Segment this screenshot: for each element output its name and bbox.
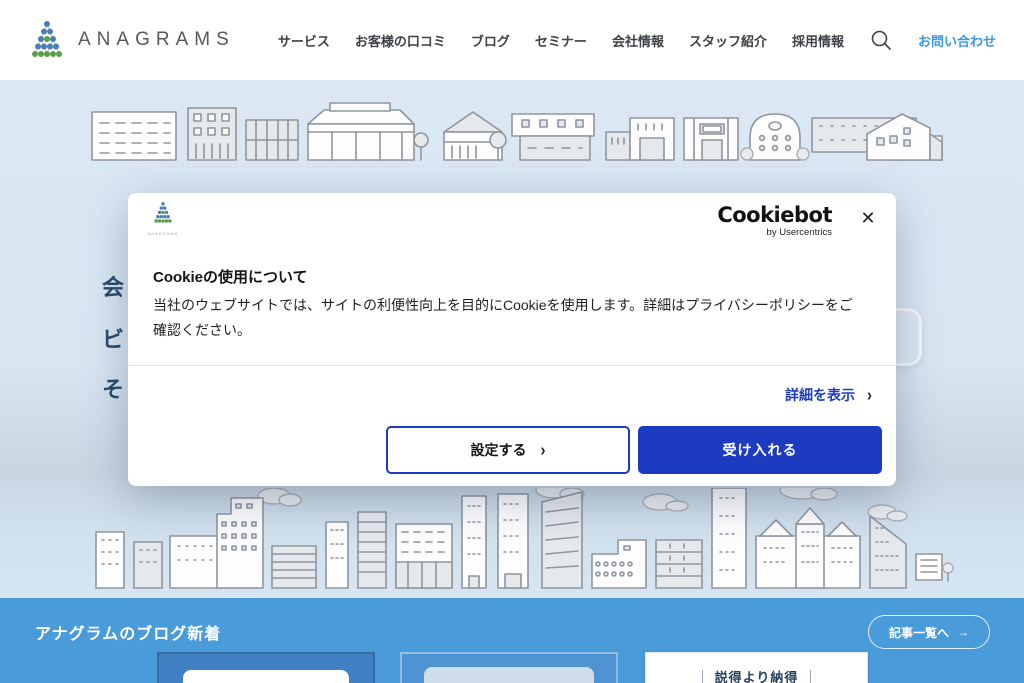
- dialog-divider: [128, 365, 896, 366]
- cookiebot-logo: Cookiebot by Usercentrics: [717, 205, 832, 238]
- view-all-label: 記事一覧へ: [889, 624, 949, 641]
- cookie-consent-dialog: ANAGRAMS Cookiebot by Usercentrics ✕ Coo…: [128, 193, 896, 486]
- page: 会 ビ そ: [0, 0, 1024, 683]
- hidden-heading-char: 会: [100, 270, 126, 302]
- blog-cards-row: 説得より納得: [0, 652, 1024, 683]
- anagrams-logo-icon: [28, 19, 66, 61]
- blog-section-title: アナグラムのブログ新着: [35, 620, 221, 644]
- view-all-articles-button[interactable]: 記事一覧へ →: [868, 615, 990, 649]
- title-decoration-bar: [702, 670, 703, 683]
- cookie-dialog-header: ANAGRAMS Cookiebot by Usercentrics ✕: [128, 193, 896, 245]
- hidden-heading-char: ビ: [100, 322, 126, 354]
- cookie-dialog-title: Cookieの使用について: [153, 266, 308, 287]
- title-decoration-bar: [810, 670, 811, 683]
- site-logo-text: ANAGRAMS: [78, 29, 235, 51]
- search-icon[interactable]: [869, 28, 893, 52]
- buildings-illustration-skyline: [84, 488, 954, 592]
- blog-card[interactable]: 説得より納得: [645, 652, 868, 683]
- show-details-label: 詳細を表示: [785, 385, 855, 405]
- buildings-illustration-top: [84, 98, 944, 166]
- chevron-right-icon: ›: [541, 440, 546, 460]
- nav-seminar[interactable]: セミナー: [535, 31, 587, 50]
- blog-card-title: 説得より納得: [715, 667, 799, 683]
- site-header: ANAGRAMS サービス お客様の口コミ ブログ セミナー 会社情報 スタッフ…: [0, 0, 1024, 80]
- nav-blog[interactable]: ブログ: [471, 31, 510, 50]
- blog-card[interactable]: [400, 652, 618, 683]
- nav-testimonials[interactable]: お客様の口コミ: [355, 31, 446, 50]
- chevron-right-icon: ›: [867, 385, 872, 405]
- blog-card-thumbnail: [183, 670, 349, 683]
- cookie-accept-label: 受け入れる: [723, 440, 798, 460]
- anagrams-mini-logo: ANAGRAMS: [142, 201, 184, 236]
- main-nav: サービス お客様の口コミ ブログ セミナー 会社情報 スタッフ紹介 採用情報 お…: [278, 28, 996, 52]
- site-logo[interactable]: ANAGRAMS: [28, 19, 235, 61]
- cookie-accept-button[interactable]: 受け入れる: [638, 426, 882, 474]
- cookie-dialog-buttons: 設定する › 受け入れる: [386, 426, 882, 474]
- cookie-settings-label: 設定する: [471, 440, 527, 460]
- blog-card[interactable]: [157, 652, 375, 683]
- cookie-dialog-body: 当社のウェブサイトでは、サイトの利便性向上を目的にCookieを使用します。詳細…: [153, 293, 866, 342]
- cookie-settings-button[interactable]: 設定する ›: [386, 426, 630, 474]
- nav-services[interactable]: サービス: [278, 31, 330, 50]
- cookiebot-logo-text: Cookiebot: [717, 205, 832, 226]
- anagrams-mini-logo-text: ANAGRAMS: [142, 231, 184, 236]
- nav-recruit[interactable]: 採用情報: [792, 31, 844, 50]
- show-details-link[interactable]: 詳細を表示 ›: [785, 385, 872, 405]
- nav-staff[interactable]: スタッフ紹介: [689, 31, 767, 50]
- hidden-heading-char: そ: [100, 372, 126, 404]
- blog-card-thumbnail: [424, 667, 594, 683]
- nav-company[interactable]: 会社情報: [612, 31, 664, 50]
- cookiebot-logo-subtext: by Usercentrics: [717, 228, 832, 238]
- arrow-right-icon: →: [957, 625, 969, 639]
- close-icon[interactable]: ✕: [856, 206, 880, 230]
- nav-contact[interactable]: お問い合わせ: [918, 31, 996, 50]
